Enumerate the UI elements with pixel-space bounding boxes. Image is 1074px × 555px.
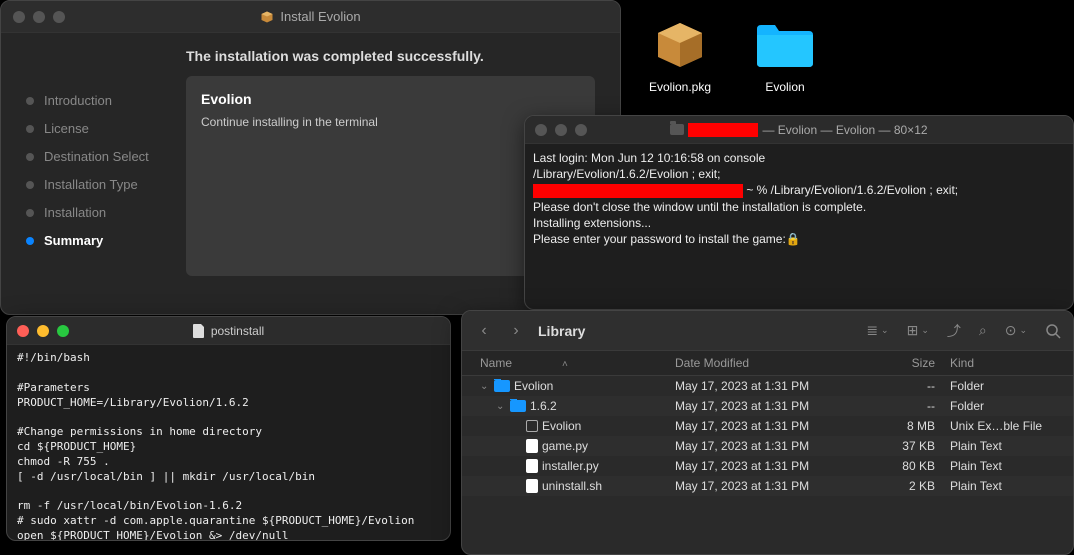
redacted-icon (533, 184, 743, 198)
terminal-output[interactable]: Last login: Mon Jun 12 10:16:58 on conso… (525, 144, 1073, 253)
sort-caret-icon: ˄ (562, 359, 568, 370)
table-row[interactable]: installer.py May 17, 2023 at 1:31 PM80 KB… (462, 456, 1073, 476)
finder-location: Library (538, 323, 854, 339)
step-type: Installation Type (26, 177, 156, 192)
step-license: License (26, 121, 156, 136)
file-size: 37 KB (850, 439, 935, 453)
terminal-title-text: — Evolion — Evolion — 80×12 (670, 123, 927, 137)
table-row[interactable]: game.py May 17, 2023 at 1:31 PM37 KBPlain… (462, 436, 1073, 456)
desktop-pkg[interactable]: Evolion.pkg (640, 15, 720, 94)
editor-content[interactable]: #!/bin/bash #Parameters PRODUCT_HOME=/Li… (7, 345, 450, 541)
redacted-icon (688, 123, 758, 137)
step-destination: Destination Select (26, 149, 156, 164)
group-button[interactable]: ⊞ ⌄ (907, 321, 929, 341)
back-button[interactable]: ‹ (474, 322, 494, 340)
file-kind: Plain Text (935, 479, 1055, 493)
step-installation: Installation (26, 205, 156, 220)
file-date: May 17, 2023 at 1:31 PM (675, 479, 850, 493)
file-kind: Folder (935, 399, 1055, 413)
installer-steps: Introduction License Destination Select … (1, 33, 181, 314)
desktop-label: Evolion (745, 80, 825, 94)
step-summary: Summary (26, 233, 156, 248)
installer-panel-title: Evolion (201, 91, 580, 107)
file-kind: Plain Text (935, 459, 1055, 473)
folder-icon (755, 15, 815, 75)
file-name: Evolion (542, 419, 581, 433)
step-introduction: Introduction (26, 93, 156, 108)
document-icon (526, 439, 538, 453)
terminal-titlebar[interactable]: — Evolion — Evolion — 80×12 (525, 116, 1073, 144)
file-date: May 17, 2023 at 1:31 PM (675, 459, 850, 473)
window-controls[interactable] (535, 124, 587, 136)
file-size: 80 KB (850, 459, 935, 473)
file-name: installer.py (542, 459, 599, 473)
file-size: -- (850, 379, 935, 393)
document-icon (193, 324, 205, 338)
finder-rows: ⌄EvolionMay 17, 2023 at 1:31 PM--Folder⌄… (462, 376, 1073, 496)
folder-icon (494, 380, 510, 392)
editor-titlebar[interactable]: postinstall (7, 317, 450, 345)
tags-button[interactable]: ⌕ (979, 321, 987, 341)
table-row[interactable]: ⌄ Evolion May 17, 2023 at 1:31 PM--Folder (462, 376, 1073, 396)
file-kind: Folder (935, 379, 1055, 393)
action-button[interactable]: ⊙ ⌄ (1005, 321, 1027, 341)
table-row[interactable]: Evolion May 17, 2023 at 1:31 PM8 MBUnix E… (462, 416, 1073, 436)
terminal-window[interactable]: — Evolion — Evolion — 80×12 Last login: … (524, 115, 1074, 310)
file-name: game.py (542, 439, 588, 453)
table-row[interactable]: ⌄ 1.6.2 May 17, 2023 at 1:31 PM--Folder (462, 396, 1073, 416)
finder-toolbar: ‹ › Library ≣ ⌄ ⊞ ⌄ ⤴ ⌕ ⊙ ⌄ (462, 311, 1073, 351)
file-kind: Plain Text (935, 439, 1055, 453)
installer-titlebar[interactable]: Install Evolion (1, 1, 620, 33)
search-icon[interactable] (1045, 321, 1061, 341)
file-name: 1.6.2 (530, 399, 557, 413)
finder-column-header[interactable]: Name˄ Date Modified Size Kind (462, 351, 1073, 376)
file-date: May 17, 2023 at 1:31 PM (675, 399, 850, 413)
desktop-folder[interactable]: Evolion (745, 15, 825, 94)
package-icon (650, 15, 710, 75)
installer-title-text: Install Evolion (260, 9, 360, 24)
editor-window[interactable]: postinstall #!/bin/bash #Parameters PROD… (6, 316, 451, 541)
desktop-label: Evolion.pkg (640, 80, 720, 94)
file-date: May 17, 2023 at 1:31 PM (675, 379, 850, 393)
file-date: May 17, 2023 at 1:31 PM (675, 439, 850, 453)
file-kind: Unix Ex…ble File (935, 419, 1055, 433)
table-row[interactable]: uninstall.sh May 17, 2023 at 1:31 PM2 KBP… (462, 476, 1073, 496)
disclosure-icon[interactable]: ⌄ (496, 401, 506, 412)
file-date: May 17, 2023 at 1:31 PM (675, 419, 850, 433)
window-controls[interactable] (13, 11, 65, 23)
executable-icon (526, 420, 538, 432)
window-controls[interactable] (17, 325, 69, 337)
folder-icon (670, 124, 684, 135)
file-name: Evolion (514, 379, 553, 393)
installer-headline: The installation was completed successfu… (186, 48, 595, 64)
forward-button[interactable]: › (506, 322, 526, 340)
file-size: 2 KB (850, 479, 935, 493)
list-view-button[interactable]: ≣ ⌄ (866, 321, 888, 341)
finder-window[interactable]: ‹ › Library ≣ ⌄ ⊞ ⌄ ⤴ ⌕ ⊙ ⌄ Name˄ Date M… (461, 310, 1074, 555)
editor-title-text: postinstall (193, 324, 264, 338)
file-name: uninstall.sh (542, 479, 602, 493)
share-button[interactable]: ⤴ (947, 321, 961, 341)
document-icon (526, 459, 538, 473)
document-icon (526, 479, 538, 493)
folder-icon (510, 400, 526, 412)
file-size: 8 MB (850, 419, 935, 433)
file-size: -- (850, 399, 935, 413)
disclosure-icon[interactable]: ⌄ (480, 381, 490, 392)
